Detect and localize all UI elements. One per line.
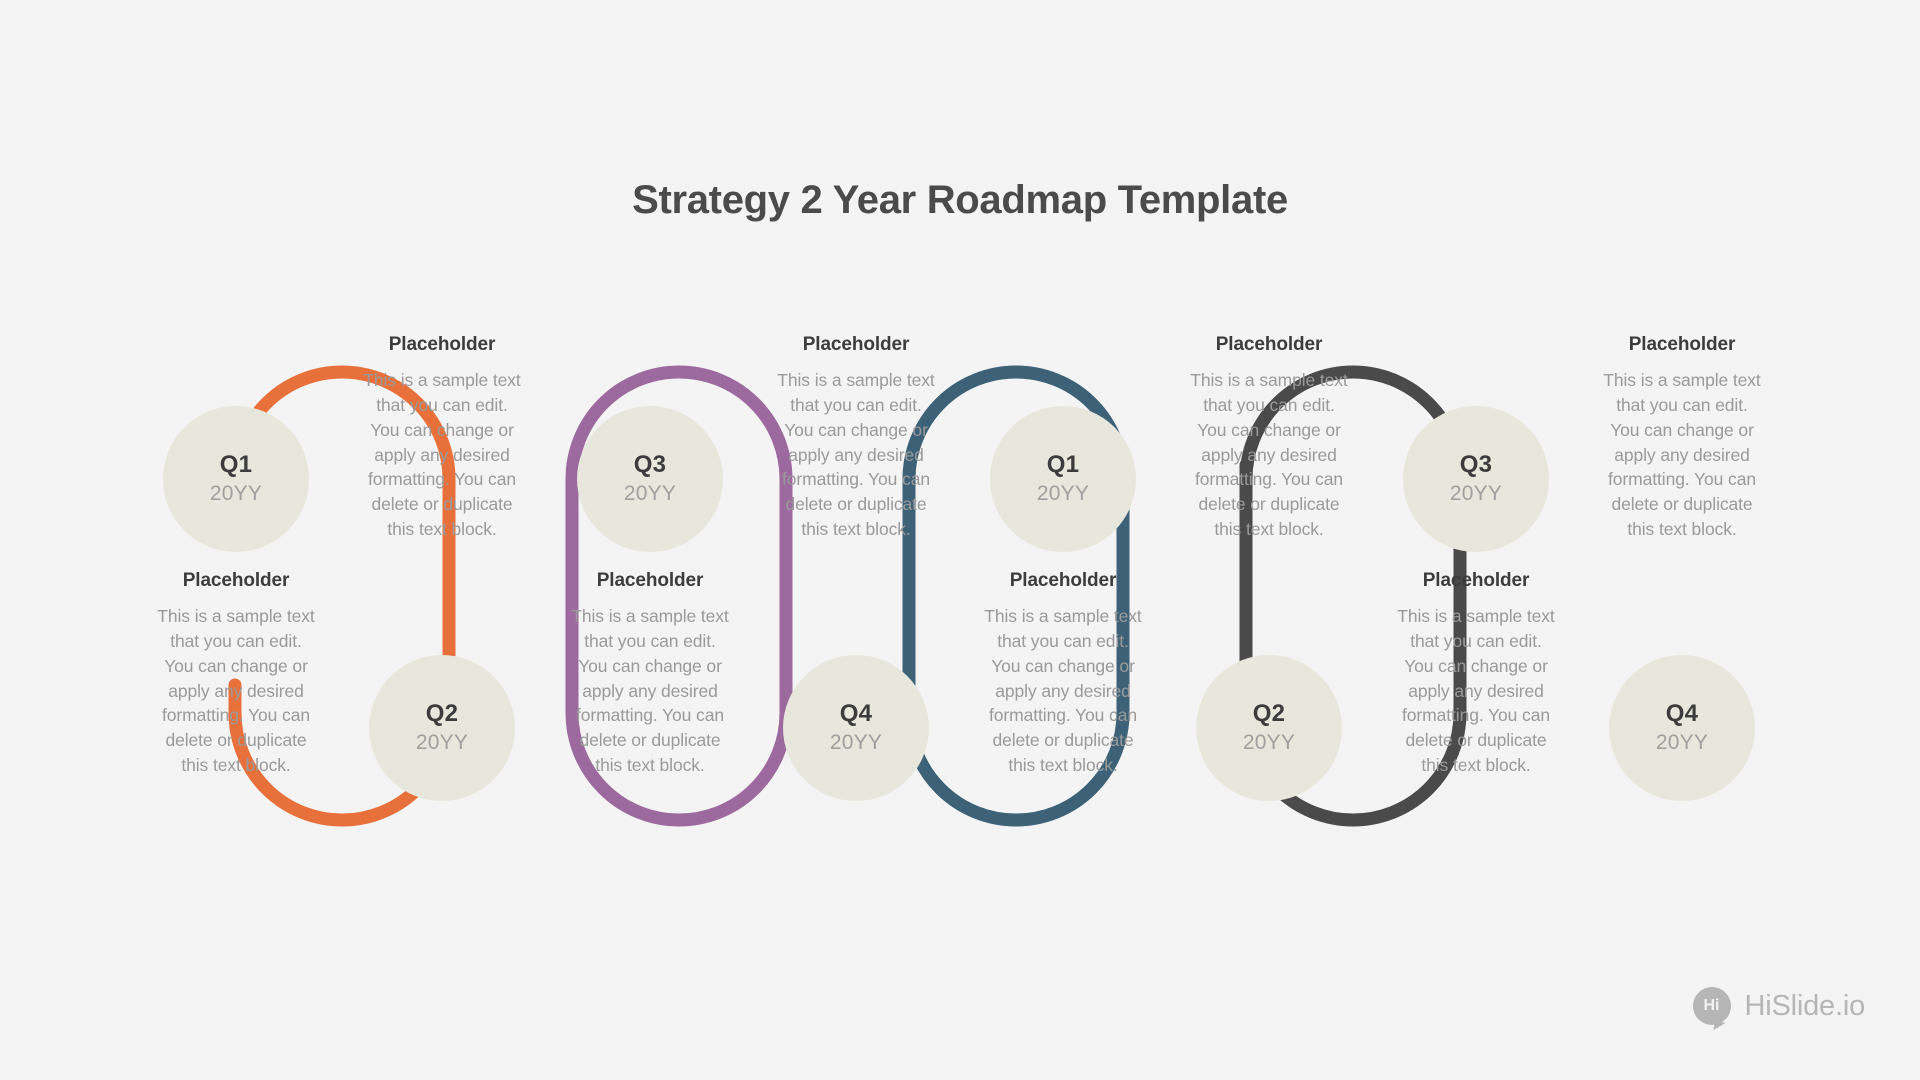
milestone-circle[interactable]: Q3 20YY bbox=[577, 406, 723, 552]
milestone-body: This is a sample text that you can edit.… bbox=[157, 606, 315, 776]
milestone-text-block: Placeholder This is a sample text that y… bbox=[154, 570, 318, 778]
milestone-text-block: Placeholder This is a sample text that y… bbox=[774, 334, 938, 542]
milestone-year: 20YY bbox=[1655, 730, 1709, 754]
milestone-text-block: Placeholder This is a sample text that y… bbox=[981, 570, 1145, 778]
milestone-body: This is a sample text that you can edit.… bbox=[777, 370, 935, 540]
milestone-quarter: Q4 bbox=[839, 700, 873, 728]
milestone-quarter: Q3 bbox=[1459, 451, 1493, 479]
milestone-quarter: Q2 bbox=[1252, 700, 1286, 728]
milestone-heading: Placeholder bbox=[1009, 570, 1117, 591]
milestone-quarter: Q1 bbox=[1046, 451, 1080, 479]
milestone-heading: Placeholder bbox=[388, 334, 496, 355]
milestone-circle[interactable]: Q2 20YY bbox=[1196, 655, 1342, 801]
hislide-logo[interactable]: Hi HiSlide.io bbox=[1692, 987, 1866, 1025]
milestone-circle[interactable]: Q4 20YY bbox=[1609, 655, 1755, 801]
slide-canvas: Strategy 2 Year Roadmap Template Q1 20YY… bbox=[0, 0, 1920, 1080]
milestone-body: This is a sample text that you can edit.… bbox=[1190, 370, 1348, 540]
milestone-text-block: Placeholder This is a sample text that y… bbox=[1187, 334, 1351, 542]
milestone-body: This is a sample text that you can edit.… bbox=[363, 370, 521, 540]
milestone-heading: Placeholder bbox=[182, 570, 290, 591]
milestone-heading: Placeholder bbox=[596, 570, 704, 591]
milestone-quarter: Q2 bbox=[425, 700, 459, 728]
milestone-circle[interactable]: Q1 20YY bbox=[990, 406, 1136, 552]
milestone-quarter: Q4 bbox=[1665, 700, 1699, 728]
milestone-text-block: Placeholder This is a sample text that y… bbox=[360, 334, 524, 542]
milestone-heading: Placeholder bbox=[1628, 334, 1736, 355]
milestone-circle[interactable]: Q1 20YY bbox=[163, 406, 309, 552]
milestone-body: This is a sample text that you can edit.… bbox=[1603, 370, 1761, 540]
milestone-year: 20YY bbox=[829, 730, 883, 754]
milestone-year: 20YY bbox=[209, 481, 263, 505]
milestone-text-block: Placeholder This is a sample text that y… bbox=[568, 570, 732, 778]
milestone-text-block: Placeholder This is a sample text that y… bbox=[1600, 334, 1764, 542]
logo-wordmark: HiSlide.io bbox=[1744, 989, 1866, 1022]
milestone-text-block: Placeholder This is a sample text that y… bbox=[1394, 570, 1558, 778]
milestone-heading: Placeholder bbox=[1422, 570, 1530, 591]
milestone-quarter: Q3 bbox=[633, 451, 667, 479]
milestone-heading: Placeholder bbox=[1215, 334, 1323, 355]
milestone-year: 20YY bbox=[1449, 481, 1503, 505]
milestone-circle[interactable]: Q4 20YY bbox=[783, 655, 929, 801]
milestone-year: 20YY bbox=[1036, 481, 1090, 505]
milestone-year: 20YY bbox=[1242, 730, 1296, 754]
milestone-quarter: Q1 bbox=[219, 451, 253, 479]
milestone-year: 20YY bbox=[623, 481, 677, 505]
milestone-heading: Placeholder bbox=[802, 334, 910, 355]
milestone-circle[interactable]: Q3 20YY bbox=[1403, 406, 1549, 552]
speech-bubble-icon: Hi bbox=[1692, 987, 1731, 1025]
milestone-body: This is a sample text that you can edit.… bbox=[1397, 606, 1555, 776]
milestone-body: This is a sample text that you can edit.… bbox=[571, 606, 729, 776]
milestone-year: 20YY bbox=[415, 730, 469, 754]
milestone-circle[interactable]: Q2 20YY bbox=[369, 655, 515, 801]
milestone-body: This is a sample text that you can edit.… bbox=[984, 606, 1142, 776]
